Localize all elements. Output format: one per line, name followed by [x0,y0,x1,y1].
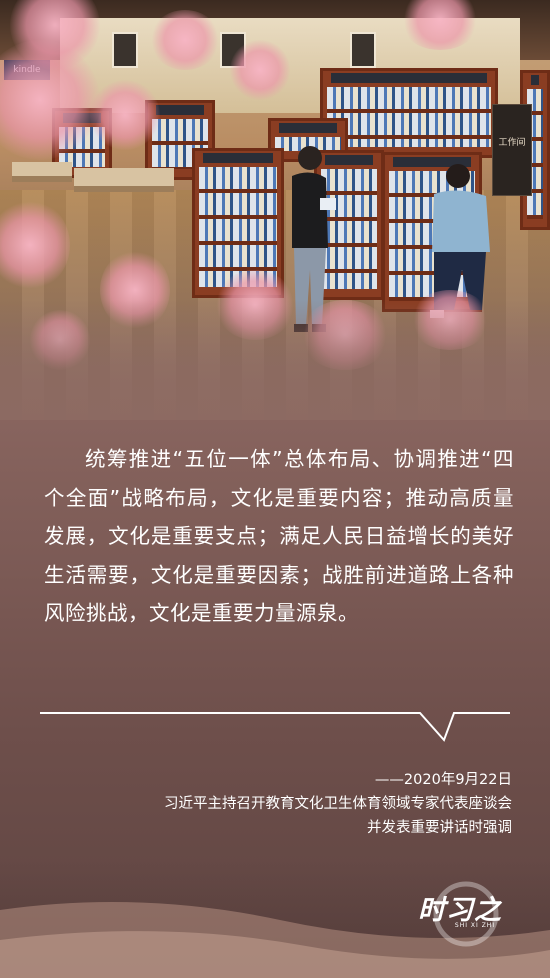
peach-blossom [90,80,160,150]
source-attribution: ——2020年9月22日 习近平主持召开教育文化卫生体育领域专家代表座谈会 并发… [42,768,512,840]
portrait-image [112,32,138,68]
quote-text: 统筹推进“五位一体”总体布局、协调推进“四个全面”战略布局，文化是重要内容；推动… [44,447,514,625]
display-table [12,162,72,182]
source-line-1: 习近平主持召开教育文化卫生体育领域专家代表座谈会 [164,796,512,812]
quote-divider [40,712,510,742]
peach-blossom [150,10,220,70]
poster: kindle 工作间 [0,0,550,978]
source-date: ——2020年9月22日 [374,772,512,788]
source-line-2: 并发表重要讲话时强调 [367,820,512,836]
bookstore-photo: kindle 工作间 [0,0,550,420]
workroom-sign-label: 工作间 [498,138,526,148]
shixizhi-logo: 时习之 SHI XI ZHI [418,881,528,947]
peach-blossom [230,40,290,100]
portrait-image [350,32,376,68]
display-table [74,168,174,192]
logo-subtitle: SHI XI ZHI [454,922,496,929]
photo-fade [0,300,550,420]
